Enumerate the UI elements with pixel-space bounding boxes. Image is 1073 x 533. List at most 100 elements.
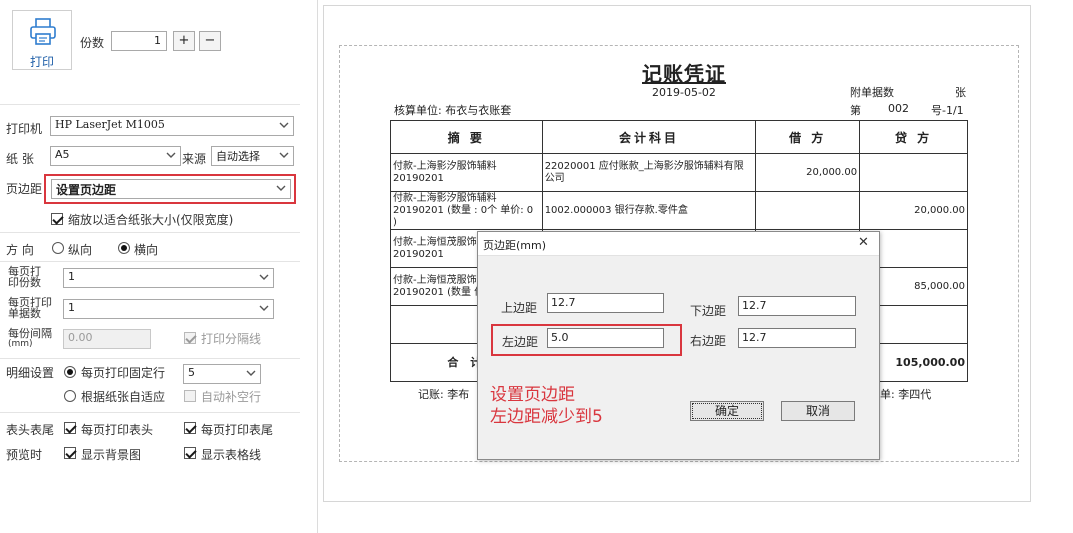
dialog-title: 页边距(mm) — [483, 239, 547, 252]
bottom-margin-input[interactable]: 12.7 — [738, 296, 856, 316]
chevron-down-icon — [259, 305, 269, 311]
show-gridlines-checkbox[interactable] — [184, 447, 196, 459]
voucher-title: 记账凭证 — [642, 62, 726, 86]
column-header: 会计科目 — [541, 120, 757, 154]
margin-select-value: 设置页边距 — [56, 183, 117, 197]
table-row: 付款-上海影汐服饰辅料 20190201 (数量 : 0个 单价: 0 ) 10… — [390, 191, 968, 230]
interval-label: 每份间隔 (mm) — [8, 327, 52, 349]
adaptive-radio[interactable] — [64, 390, 76, 402]
chevron-down-icon — [246, 370, 256, 376]
print-button[interactable]: 打印 — [12, 10, 72, 70]
credit-cell: 20,000.00 — [859, 191, 968, 230]
show-background-label: 显示背景图 — [81, 448, 142, 462]
paper-select-value: A5 — [55, 148, 70, 161]
portrait-radio[interactable] — [52, 242, 64, 254]
adaptive-label: 根据纸张自适应 — [81, 390, 166, 404]
dialog-titlebar: 页边距(mm) ✕ — [478, 232, 879, 256]
top-margin-label: 上边距 — [501, 301, 538, 315]
show-background-checkbox[interactable] — [64, 447, 76, 459]
divider — [0, 104, 300, 105]
autofill-label: 自动补空行 — [201, 390, 262, 404]
divider-line-label: 打印分隔线 — [201, 332, 262, 346]
copies-increase-button[interactable]: + — [173, 31, 195, 51]
table-header-row: 摘 要 会计科目 借 方 贷 方 — [390, 120, 968, 154]
source-select-value: 自动选择 — [216, 150, 260, 163]
fixed-rows-radio[interactable] — [64, 366, 76, 378]
portrait-label: 纵向 — [68, 243, 93, 257]
vouchers-per-page-value: 1 — [68, 301, 75, 314]
copies-input[interactable]: 1 — [111, 31, 167, 51]
print-header-checkbox[interactable] — [64, 422, 76, 434]
copies-decrease-button[interactable]: − — [199, 31, 221, 51]
fit-paper-label: 缩放以适合纸张大小(仅限宽度) — [68, 213, 234, 227]
fit-paper-checkbox[interactable] — [51, 213, 63, 225]
printer-label: 打印机 — [6, 122, 43, 136]
preview-label: 预览时 — [6, 448, 43, 462]
detail-settings-label: 明细设置 — [6, 366, 55, 380]
column-header: 摘 要 — [390, 120, 543, 154]
attachments-unit: 张 — [955, 86, 966, 99]
printer-icon — [30, 18, 56, 45]
header-footer-label: 表头表尾 — [6, 423, 55, 437]
table-row: 付款-上海影汐服饰辅料 20190201 22020001 应付账款_上海影汐服… — [390, 153, 968, 192]
voucher-no-value: 002 — [888, 102, 909, 115]
vouchers-per-page-label: 每页打印 单据数 — [8, 296, 52, 320]
right-margin-label: 右边距 — [690, 334, 727, 348]
orientation-label: 方 向 — [6, 243, 34, 257]
top-margin-input[interactable]: 12.7 — [547, 293, 664, 313]
source-label: 来源 — [182, 152, 207, 166]
paper-select[interactable]: A5 — [50, 146, 181, 166]
voucher-no-label: 第 — [850, 104, 861, 117]
right-margin-input[interactable]: 12.7 — [738, 328, 856, 348]
chevron-down-icon — [276, 185, 286, 191]
paper-label: 纸 张 — [6, 152, 34, 166]
print-header-label: 每页打印表头 — [81, 423, 154, 437]
source-select[interactable]: 自动选择 — [211, 146, 294, 166]
bookkeeper: 记账: 李布 — [418, 388, 470, 401]
print-footer-checkbox[interactable] — [184, 422, 196, 434]
voucher-no-suffix: 号-1/1 — [931, 104, 964, 117]
chevron-down-icon — [279, 152, 289, 158]
autofill-checkbox[interactable] — [184, 390, 196, 402]
divider — [0, 412, 300, 413]
cancel-button[interactable]: 取消 — [781, 401, 855, 421]
accounting-unit: 核算单位: 布衣与衣账套 — [394, 104, 512, 117]
account-cell: 1002.000003 银行存款.零件盒 — [541, 191, 757, 230]
preparer: 单: 李四代 — [880, 388, 932, 401]
fixed-rows-value: 5 — [188, 366, 195, 379]
copies-value: 1 — [154, 34, 161, 47]
interval-value: 0.00 — [68, 331, 93, 344]
summary-cell: 付款-上海影汐服饰辅料 20190201 — [390, 153, 543, 192]
close-icon[interactable]: ✕ — [858, 235, 869, 250]
column-header: 借 方 — [755, 120, 861, 154]
left-margin-input[interactable]: 5.0 — [547, 328, 664, 348]
vouchers-per-page-select[interactable]: 1 — [63, 299, 274, 319]
debit-cell: 20,000.00 — [755, 153, 861, 192]
margin-select[interactable]: 设置页边距 — [51, 179, 291, 199]
bottom-margin-label: 下边距 — [690, 304, 727, 318]
summary-cell: 付款-上海影汐服饰辅料 20190201 (数量 : 0个 单价: 0 ) — [390, 191, 543, 230]
divider — [0, 358, 300, 359]
print-footer-label: 每页打印表尾 — [201, 423, 274, 437]
show-gridlines-label: 显示表格线 — [201, 448, 262, 462]
copies-per-page-select[interactable]: 1 — [63, 268, 274, 288]
column-header: 贷 方 — [859, 120, 968, 154]
annotation-note: 设置页边距 左边距减少到5 — [490, 384, 603, 428]
account-cell: 22020001 应付账款_上海影汐服饰辅料有限公司 — [541, 153, 757, 192]
printer-select-value: HP LaserJet M1005 — [55, 118, 165, 131]
print-button-label: 打印 — [29, 55, 54, 69]
fixed-rows-select[interactable]: 5 — [183, 364, 261, 384]
annotation-line: 设置页边距 — [490, 385, 575, 405]
copies-per-page-value: 1 — [68, 270, 75, 283]
landscape-radio[interactable] — [118, 242, 130, 254]
interval-input[interactable]: 0.00 — [63, 329, 151, 349]
ok-button[interactable]: 确定 — [690, 401, 764, 421]
copies-label: 份数 — [80, 36, 105, 50]
printer-select[interactable]: HP LaserJet M1005 — [50, 116, 294, 136]
attachments-label: 附单据数 — [850, 86, 894, 99]
fixed-rows-label: 每页打印固定行 — [81, 366, 166, 380]
margin-label: 页边距 — [6, 182, 43, 196]
chevron-down-icon — [279, 122, 289, 128]
divider-line-checkbox[interactable] — [184, 332, 196, 344]
debit-cell — [755, 191, 861, 230]
